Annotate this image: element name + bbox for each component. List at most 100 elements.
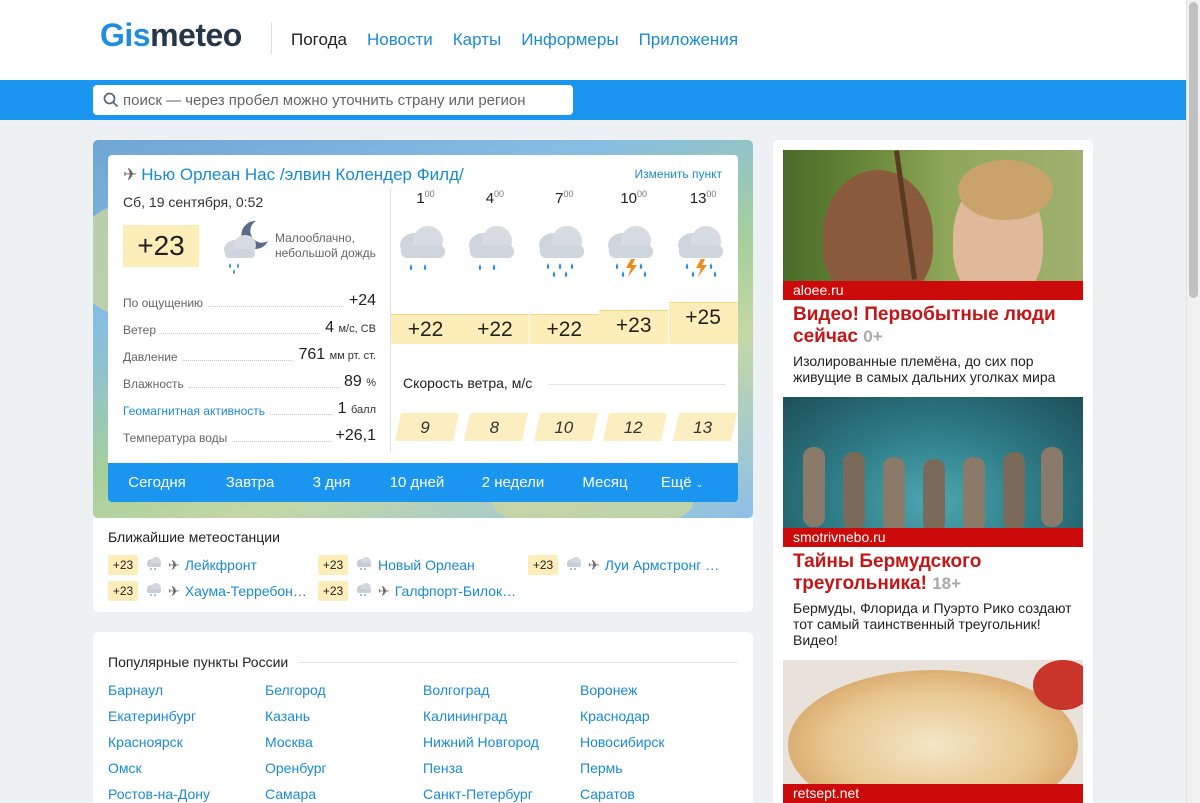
city-link[interactable]: Саратов	[580, 786, 635, 802]
city-link[interactable]: Воронеж	[580, 682, 637, 698]
city-link[interactable]: Москва	[265, 734, 313, 750]
hour-label: 700	[555, 189, 574, 207]
tab-1[interactable]: Завтра	[206, 474, 294, 491]
tab-3[interactable]: 10 дней	[369, 474, 465, 491]
hour-label: 100	[416, 189, 435, 207]
page-scrollbar[interactable]	[1186, 0, 1200, 803]
tab-6[interactable]: Ещё ⌄	[649, 474, 715, 491]
city-link[interactable]: Екатеринбург	[108, 708, 196, 724]
city-link[interactable]: Ростов-на-Дону	[108, 786, 210, 802]
station-temp: +23	[108, 581, 138, 601]
thunderstorm-icon	[673, 219, 731, 286]
rain-icon	[464, 219, 522, 286]
nav-item-informers[interactable]: Информеры	[521, 30, 618, 50]
weather-panel: ✈ Нью Орлеан Нас /элвин Колендер Филд/ Из…	[108, 155, 738, 463]
moon-cloud-rain-icon	[218, 219, 270, 280]
location-title[interactable]: ✈ Нью Орлеан Нас /элвин Колендер Филд/	[123, 165, 464, 185]
wind-speed-value: 13	[693, 418, 713, 437]
hour-label: 1000	[620, 189, 648, 207]
cloud-rain-icon	[145, 582, 163, 600]
current-description: Малооблачно, небольшой дождь	[275, 231, 376, 260]
weather-params: По ощущению +24 Ветер 4 м/с, СВ Давление 76…	[123, 283, 376, 445]
site-header: Gismeteo Погода Новости Карты Информеры …	[0, 0, 1186, 80]
age-rating: 0+	[863, 327, 883, 346]
tab-2[interactable]: 3 дня	[294, 474, 369, 491]
hour-temperature: +25	[668, 302, 738, 344]
ad-image[interactable]: smotrivnebo.ru	[783, 397, 1083, 547]
station-item[interactable]: +23 ✈ Луи Армстронг …	[528, 555, 719, 575]
geomagnetic-link[interactable]: Геомагнитная активность	[123, 404, 265, 418]
station-item[interactable]: +23 ✈ Лейкфронт	[108, 555, 257, 575]
city-link[interactable]: Новосибирск	[580, 734, 665, 750]
ad-text: Изолированные племёна, до сих пор живущи…	[793, 353, 1056, 385]
hour-temperature: +22	[391, 314, 460, 344]
current-temperature: +23	[123, 225, 199, 267]
city-link[interactable]: Казань	[265, 708, 310, 724]
stations-title: Ближайшие метеостанции	[108, 529, 280, 545]
heavy-rain-icon	[534, 219, 592, 286]
thunderstorm-icon	[603, 219, 661, 286]
ad-image[interactable]: retsept.net	[783, 660, 1083, 803]
ad-item[interactable]: retsept.net	[783, 660, 1083, 803]
city-link[interactable]: Пенза	[423, 760, 463, 776]
ad-title[interactable]: Тайны Бермудского треугольника! 18+	[793, 551, 1083, 595]
scrollbar-thumb[interactable]	[1189, 2, 1198, 298]
hour-column: 1000	[599, 189, 668, 277]
station-link[interactable]: Хаума-Терребон…	[185, 583, 307, 599]
param-feels-like: По ощущению +24	[123, 292, 376, 310]
wind-speed-title: Скорость ветра, м/с	[403, 375, 533, 391]
change-location-link[interactable]: Изменить пункт	[635, 167, 722, 181]
station-item[interactable]: +23 ✈ Галфпорт-Билок…	[318, 581, 516, 601]
tab-5[interactable]: Месяц	[561, 474, 649, 491]
hour-column: 700	[530, 189, 599, 277]
nav-item-apps[interactable]: Приложения	[639, 30, 738, 50]
nav-item-maps[interactable]: Карты	[453, 30, 501, 50]
station-link[interactable]: Лейкфронт	[185, 557, 257, 573]
airplane-icon: ✈	[168, 556, 180, 573]
age-rating: 18+	[932, 574, 962, 593]
city-link[interactable]: Калининград	[423, 708, 507, 724]
ad-source: aloee.ru	[783, 281, 1083, 300]
hour-column: 400	[460, 189, 529, 270]
tab-4[interactable]: 2 недели	[465, 474, 561, 491]
tab-0[interactable]: Сегодня	[108, 474, 206, 491]
airplane-icon: ✈	[168, 582, 180, 599]
city-link[interactable]: Оренбург	[265, 760, 327, 776]
param-pressure: Давление 761 мм рт. ст.	[123, 346, 376, 364]
ads-column: aloee.ru Видео! Первобытные люди сейчас …	[773, 140, 1093, 803]
city-link[interactable]: Волгоград	[423, 682, 489, 698]
city-link[interactable]: Белгород	[265, 682, 326, 698]
ad-item[interactable]: aloee.ru Видео! Первобытные люди сейчас …	[783, 150, 1083, 385]
nav-item-weather[interactable]: Погода	[291, 30, 347, 50]
city-link[interactable]: Барнаул	[108, 682, 163, 698]
nav-item-news[interactable]: Новости	[367, 30, 433, 50]
ad-item[interactable]: smotrivnebo.ru Тайны Бермудского треугол…	[783, 397, 1083, 648]
station-link[interactable]: Луи Армстронг …	[605, 557, 720, 573]
gismeteo-logo[interactable]: Gismeteo	[100, 17, 242, 54]
popular-locations: Популярные пункты России Барнаул Белгород…	[93, 632, 753, 803]
cloud-rain-icon	[355, 556, 373, 574]
station-item[interactable]: +23 Новый Орлеан	[318, 555, 475, 575]
hour-temperature: +22	[460, 314, 530, 344]
ad-title[interactable]: Видео! Первобытные люди сейчас 0+	[793, 304, 1083, 348]
ad-text: Бермуды, Флорида и Пуэрто Рико создают т…	[793, 600, 1072, 648]
city-link[interactable]: Санкт-Петербург	[423, 786, 533, 802]
search-box	[93, 85, 573, 115]
city-link[interactable]: Красноярск	[108, 734, 183, 750]
search-icon	[103, 92, 119, 108]
station-item[interactable]: +23 ✈ Хаума-Терребон…	[108, 581, 307, 601]
station-link[interactable]: Новый Орлеан	[378, 557, 475, 573]
airplane-icon: ✈	[378, 582, 390, 599]
city-link[interactable]: Омск	[108, 760, 142, 776]
ad-image[interactable]: aloee.ru	[783, 150, 1083, 300]
city-link[interactable]: Краснодар	[580, 708, 650, 724]
station-link[interactable]: Галфпорт-Билок…	[395, 583, 516, 599]
wind-speed-value: 12	[623, 418, 643, 437]
popular-title: Популярные пункты России	[108, 654, 289, 670]
city-link[interactable]: Пермь	[580, 760, 623, 776]
city-link[interactable]: Самара	[265, 786, 316, 802]
search-input[interactable]	[123, 89, 563, 111]
station-temp: +23	[528, 555, 558, 575]
city-link[interactable]: Нижний Новгород	[423, 734, 539, 750]
param-geomagnetic: Геомагнитная активность 1 балл	[123, 400, 376, 418]
